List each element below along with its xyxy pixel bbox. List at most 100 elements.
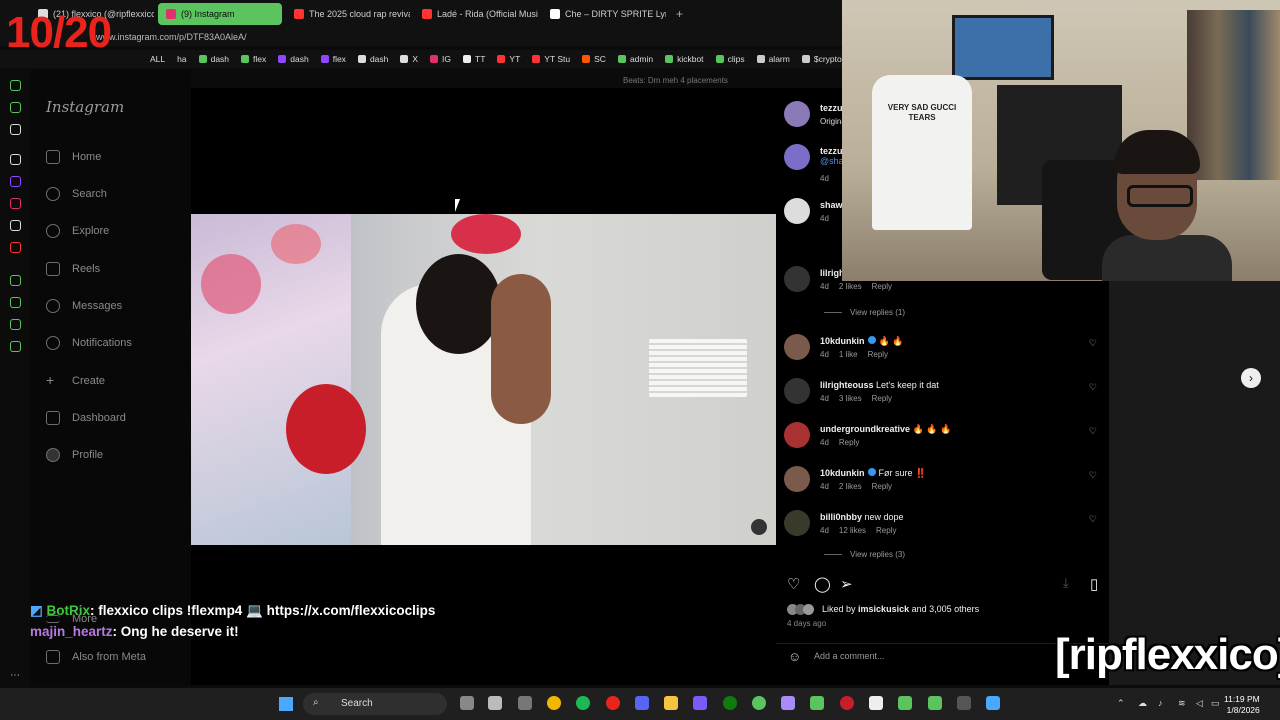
like-heart-icon[interactable]: ♡ — [1089, 382, 1097, 393]
like-heart-icon[interactable]: ♡ — [787, 575, 800, 593]
username[interactable]: lilrighteouss — [820, 380, 874, 390]
bookmark[interactable]: admin — [617, 54, 653, 64]
bookmark[interactable]: YT — [497, 54, 520, 64]
bookmark[interactable]: flex — [241, 54, 266, 64]
dock-icon[interactable] — [10, 124, 21, 135]
app-icon[interactable] — [869, 696, 883, 710]
comment-likes[interactable]: 1 like — [839, 350, 858, 359]
avatar[interactable] — [784, 422, 810, 448]
username[interactable]: billi0nbby — [820, 512, 862, 522]
comment-likes[interactable]: 3 likes — [839, 394, 862, 403]
comment-likes[interactable]: 2 likes — [839, 282, 862, 291]
username[interactable]: shaw — [820, 200, 843, 210]
youtube-icon[interactable] — [10, 242, 21, 253]
instagram-icon[interactable] — [10, 198, 21, 209]
bookmark[interactable]: alarm — [756, 54, 790, 64]
avatar[interactable] — [784, 101, 810, 127]
taskbar-search[interactable]: ⌕ Search — [303, 693, 447, 715]
username[interactable]: 10kdunkin — [820, 336, 865, 346]
avatar[interactable] — [784, 334, 810, 360]
bookmark[interactable]: clips — [715, 54, 745, 64]
spotify-icon[interactable] — [576, 696, 590, 710]
task-view-icon[interactable] — [460, 696, 474, 710]
liked-by-text[interactable]: Liked by imsickusick and 3,005 others — [822, 604, 979, 614]
nav-home[interactable]: Home — [46, 150, 101, 164]
x-icon[interactable] — [10, 220, 21, 231]
app-icon[interactable] — [957, 696, 971, 710]
app-icon[interactable] — [752, 696, 766, 710]
app-icon[interactable] — [810, 696, 824, 710]
nav-profile[interactable]: Profile — [46, 448, 103, 462]
username[interactable]: tezzu — [820, 146, 843, 156]
like-heart-icon[interactable]: ♡ — [1089, 426, 1097, 437]
dock-icon[interactable] — [10, 154, 21, 165]
bookmark-icon[interactable]: ▯ — [1090, 575, 1098, 593]
nav-create[interactable]: + Create — [46, 373, 105, 388]
avatar[interactable] — [784, 266, 810, 292]
chevron-up-icon[interactable]: ⌃ — [1117, 698, 1125, 709]
app-icon[interactable] — [898, 696, 912, 710]
dock-icon[interactable] — [10, 80, 21, 91]
browser-tab[interactable]: Che – DIRTY SPRITE Lyrics — [542, 3, 666, 25]
bookmark[interactable]: YT Stu — [532, 54, 570, 64]
post-video[interactable] — [191, 214, 776, 545]
bookmark[interactable]: ALL — [150, 54, 165, 64]
menu-icon[interactable]: ⋯ — [10, 670, 20, 681]
avatar[interactable] — [784, 198, 810, 224]
dock-icon[interactable] — [10, 275, 21, 286]
instagram-logo[interactable]: Instagram — [46, 98, 124, 116]
new-tab-button[interactable]: + — [670, 7, 683, 21]
bookmark[interactable]: X — [400, 54, 418, 64]
like-heart-icon[interactable]: ♡ — [1089, 338, 1097, 349]
nav-search[interactable]: Search — [46, 187, 107, 201]
view-replies-button[interactable]: View replies (1) — [824, 308, 905, 317]
browser-tab-active[interactable]: (9) Instagram — [158, 3, 282, 25]
chrome-icon[interactable] — [547, 696, 561, 710]
avatar[interactable] — [784, 466, 810, 492]
like-heart-icon[interactable]: ♡ — [1089, 470, 1097, 481]
opera-icon[interactable] — [606, 696, 620, 710]
bookmark[interactable]: SC — [582, 54, 606, 64]
reply-button[interactable]: Reply — [876, 526, 896, 535]
bookmark[interactable]: TT — [463, 54, 485, 64]
volume-icon[interactable]: ◁ — [1196, 698, 1203, 709]
address-bar[interactable]: www.instagram.com/p/DTF83A0AleA/ — [0, 28, 842, 46]
app-icon[interactable] — [928, 696, 942, 710]
app-icon[interactable] — [693, 696, 707, 710]
bookmark[interactable]: dash — [278, 54, 309, 64]
nav-dashboard[interactable]: Dashboard — [46, 411, 126, 425]
app-icon[interactable] — [488, 696, 502, 710]
view-replies-button[interactable]: View replies (3) — [824, 550, 905, 559]
notepad-icon[interactable] — [986, 696, 1000, 710]
nav-explore[interactable]: Explore — [46, 224, 109, 238]
bookmark[interactable]: $crypto — [801, 54, 842, 64]
username[interactable]: undergroundkreative — [820, 424, 910, 434]
discord-icon[interactable] — [635, 696, 649, 710]
bookmark[interactable]: ha — [177, 54, 186, 64]
username[interactable]: lilrigh — [820, 268, 845, 278]
nav-reels[interactable]: Reels — [46, 262, 100, 276]
comment-likes[interactable]: 2 likes — [839, 482, 862, 491]
dock-icon[interactable] — [10, 102, 21, 113]
avatar[interactable] — [784, 378, 810, 404]
bookmark[interactable]: flex — [320, 54, 346, 64]
wifi-icon[interactable]: ≋ — [1178, 698, 1186, 709]
avatar[interactable] — [784, 144, 810, 170]
xbox-icon[interactable] — [723, 696, 737, 710]
settings-icon[interactable] — [10, 341, 21, 352]
app-icon[interactable] — [781, 696, 795, 710]
folder-icon[interactable] — [664, 696, 678, 710]
twitch-icon[interactable] — [10, 176, 21, 187]
bookmark[interactable]: kickbot — [665, 54, 704, 64]
nav-also-from-meta[interactable]: Also from Meta — [46, 650, 146, 664]
reply-button[interactable]: Reply — [872, 394, 892, 403]
reply-button[interactable]: Reply — [872, 482, 892, 491]
like-heart-icon[interactable]: ♡ — [1089, 514, 1097, 525]
comment-likes[interactable]: 12 likes — [839, 526, 866, 535]
username[interactable]: 10kdunkin — [820, 468, 865, 478]
comment-bubble-icon[interactable]: ◯ — [814, 575, 831, 593]
avatar[interactable] — [784, 510, 810, 536]
microphone-icon[interactable]: ♪ — [1158, 698, 1163, 708]
browser-tab[interactable]: The 2025 cloud rap revival — [286, 3, 410, 25]
reply-button[interactable]: Reply — [872, 282, 892, 291]
